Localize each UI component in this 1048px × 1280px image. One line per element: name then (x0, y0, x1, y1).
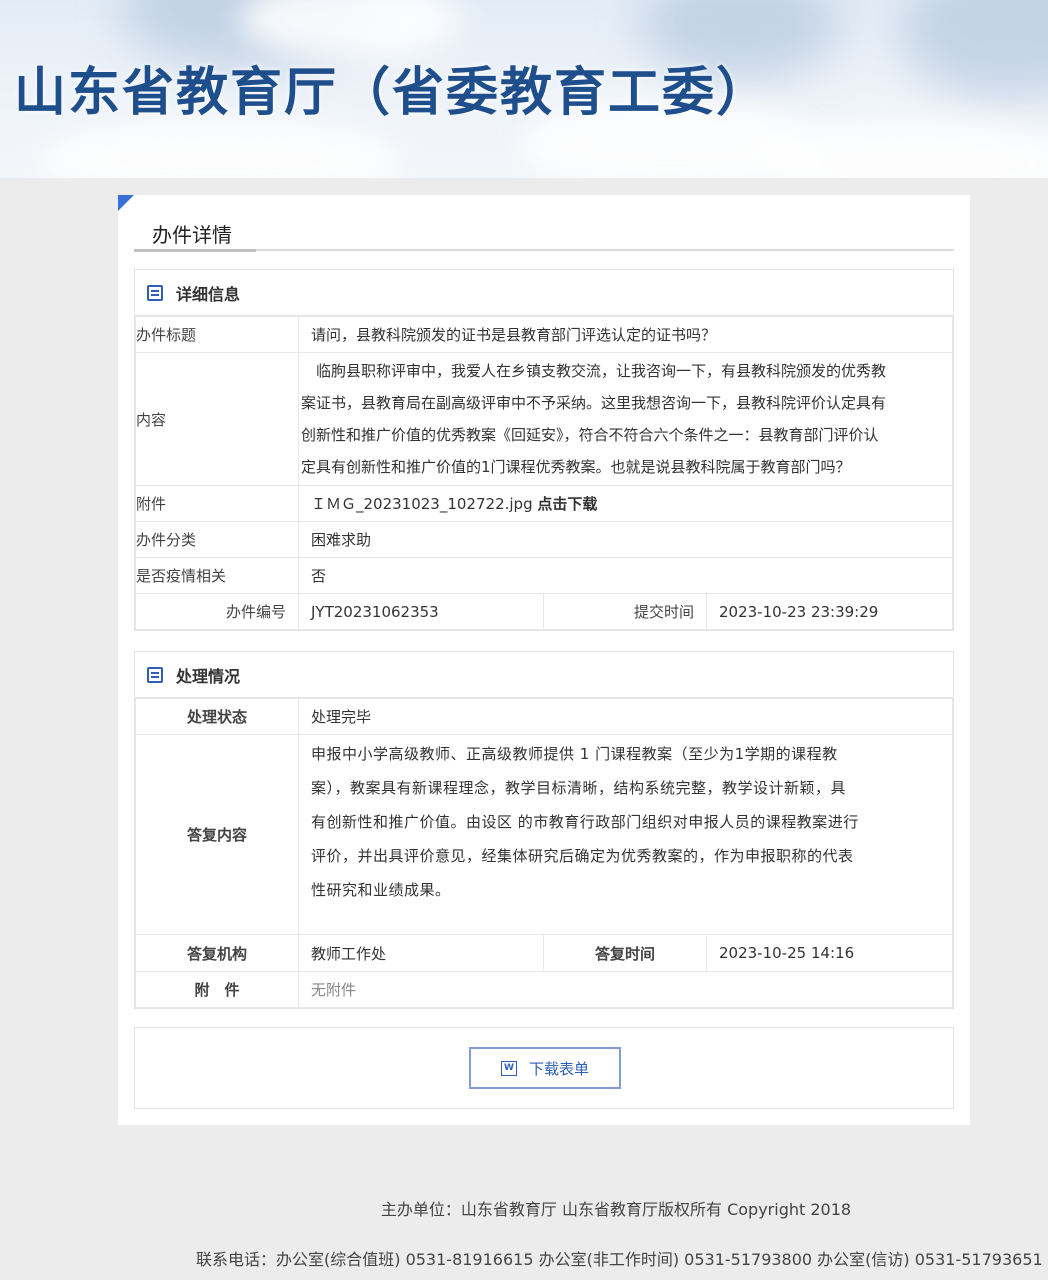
reply-time-label: 答复时间 (543, 934, 707, 972)
attachment-value: ＩＭＧ_20231023_102722.jpg 点击下载 (298, 485, 953, 522)
header-banner: 山东省教育厅（省委教育工委） (0, 0, 1048, 178)
table-row: 办件标题 请问，县教科院颁发的证书是县教育部门评选认定的证书吗？ (135, 316, 953, 353)
reply-time-value: 2023-10-25 14:16 (706, 934, 953, 972)
content-line: 定具有创新性和推广价值的1门课程优秀教案。也就是说县教科院属于教育部门吗？ (301, 458, 851, 476)
document-icon (147, 666, 163, 683)
content-value: 临朐县职称评审中，我爱人在乡镇支教交流，让我咨询一下，有县教科院颁发的优秀教 案… (298, 352, 953, 486)
processing-heading: 处理情况 (176, 666, 241, 686)
page-title: 办件详情 (152, 223, 232, 247)
org-label: 答复机构 (135, 934, 299, 972)
content-line: 创新性和推广价值的优秀教案《回延安》，符合不符合六个条件之一：县教育部门评价认 (301, 426, 879, 444)
submit-time-value: 2023-10-23 23:39:29 (706, 593, 953, 630)
content-label: 内容 (135, 352, 299, 486)
word-doc-icon: W (500, 1060, 517, 1076)
details-section: 详细信息 办件标题 请问，县教科院颁发的证书是县教育部门评选认定的证书吗？ 内容… (134, 269, 954, 631)
subject-label: 办件标题 (135, 316, 299, 353)
reply-value: 申报中小学高级教师、正高级教师提供 1 门课程教案（至少为1学期的课程教 案），… (298, 734, 953, 935)
site-title: 山东省教育厅（省委教育工委） (14, 63, 771, 123)
reply-attachment-label: 附 件 (135, 971, 299, 1008)
reply-label: 答复内容 (135, 734, 299, 935)
reply-line: 案），教案具有新课程理念，教学目标清晰，结构系统完整，教学设计新颖，具 (311, 779, 847, 797)
corner-marker (118, 195, 134, 211)
footer-sponsor: 主办单位：山东省教育厅 山东省教育厅版权所有 Copyright 2018 (380, 1200, 852, 1219)
submit-time-label: 提交时间 (543, 593, 707, 630)
download-form-button[interactable]: W 下载表单 (469, 1047, 621, 1089)
subject-value: 请问，县教科院颁发的证书是县教育部门评选认定的证书吗？ (298, 316, 953, 353)
details-heading: 详细信息 (176, 284, 241, 304)
details-table: 办件标题 请问，县教科院颁发的证书是县教育部门评选认定的证书吗？ 内容 临朐县职… (135, 316, 953, 630)
table-row: 办件编号 JYT20231062353 提交时间 2023-10-23 23:3… (135, 593, 953, 630)
processing-table: 处理状态 处理完毕 答复内容 申报中小学高级教师、正高级教师提供 1 门课程教案… (135, 698, 953, 1008)
table-row: 附 件 无附件 (135, 971, 953, 1008)
download-area: W 下载表单 (134, 1027, 954, 1109)
table-row: 附件 ＩＭＧ_20231023_102722.jpg 点击下载 (135, 485, 953, 522)
processing-section: 处理情况 处理状态 处理完毕 答复内容 申报中小学高级教师、正高级教师提供 1 … (134, 651, 954, 1009)
org-value: 教师工作处 (298, 934, 544, 972)
table-row: 内容 临朐县职称评审中，我爱人在乡镇支教交流，让我咨询一下，有县教科院颁发的优秀… (135, 352, 953, 486)
download-attachment-link[interactable]: 点击下载 (537, 495, 597, 513)
footer-contact: 联系电话：办公室(综合值班) 0531-81916615 办公室(非工作时间) … (196, 1250, 1043, 1269)
detail-card: 办件详情 详细信息 办件标题 请问，县教科院颁发的证书是县教育部门评选认定的证书… (118, 195, 970, 1125)
list-icon (147, 284, 163, 301)
content-line: 临朐县职称评审中，我爱人在乡镇支教交流，让我咨询一下，有县教科院颁发的优秀教 (301, 362, 887, 380)
epidemic-label: 是否疫情相关 (135, 557, 299, 594)
number-value: JYT20231062353 (298, 593, 544, 630)
attachment-label: 附件 (135, 485, 299, 522)
reply-line: 申报中小学高级教师、正高级教师提供 1 门课程教案（至少为1学期的课程教 (311, 745, 838, 763)
reply-attachment-value: 无附件 (298, 971, 953, 1008)
category-label: 办件分类 (135, 521, 299, 558)
table-row: 答复内容 申报中小学高级教师、正高级教师提供 1 门课程教案（至少为1学期的课程… (135, 734, 953, 935)
download-form-label: 下载表单 (528, 1059, 589, 1078)
processing-header: 处理情况 (135, 652, 953, 698)
table-row: 办件分类 困难求助 (135, 521, 953, 558)
status-value: 处理完毕 (298, 698, 953, 735)
reply-line: 评价，并出具评价意见，经集体研究后确定为优秀教案的，作为申报职称的代表 (311, 847, 854, 865)
details-header: 详细信息 (135, 270, 953, 316)
table-row: 处理状态 处理完毕 (135, 698, 953, 735)
content-line: 案证书，县教育局在副高级评审中不予采纳。这里我想咨询一下，县教科院评价认定具有 (301, 394, 887, 412)
reply-line: 有创新性和推广价值。由设区 的市教育行政部门组织对申报人员的课程教案进行 (311, 813, 859, 831)
table-row: 是否疫情相关 否 (135, 557, 953, 594)
reply-line: 性研究和业绩成果。 (311, 881, 451, 899)
table-row: 答复机构 教师工作处 答复时间 2023-10-25 14:16 (135, 934, 953, 972)
number-label: 办件编号 (135, 593, 299, 630)
status-label: 处理状态 (135, 698, 299, 735)
attachment-filename: ＩＭＧ_20231023_102722.jpg (311, 495, 533, 513)
title-underline (134, 249, 256, 252)
epidemic-value: 否 (298, 557, 953, 594)
title-divider (134, 249, 954, 251)
category-value: 困难求助 (298, 521, 953, 558)
